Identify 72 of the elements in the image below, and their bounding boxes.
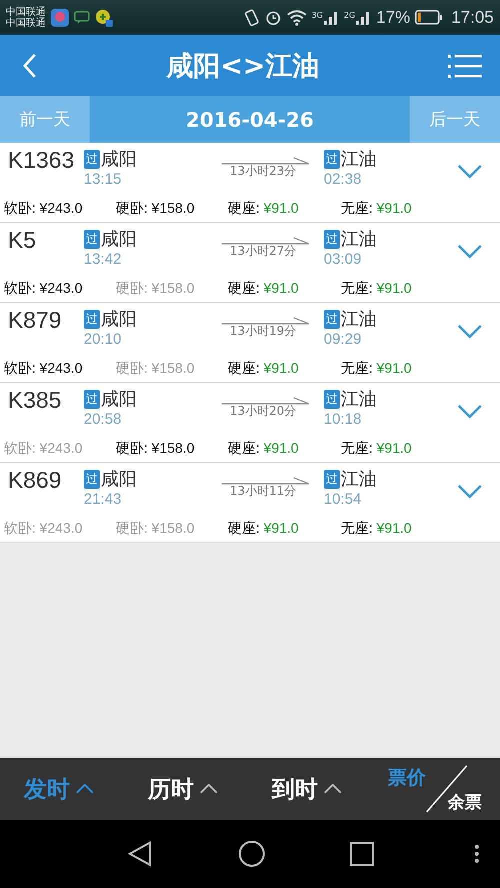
- passing-badge: 过: [84, 470, 100, 488]
- date-label: 2016-04-26: [185, 108, 315, 132]
- network-type: 2G: [344, 10, 356, 20]
- sort-tab[interactable]: 余票: [448, 791, 482, 814]
- station-name: 咸阳: [101, 388, 137, 411]
- sort-tab[interactable]: 发时: [24, 774, 148, 804]
- carrier-name: 中国联通: [6, 18, 46, 28]
- train-number: K385: [7, 387, 63, 414]
- duration: 13小时11分: [230, 483, 297, 500]
- station-name: 江油: [341, 148, 377, 171]
- fare-price: 软卧: ¥243.0: [4, 520, 84, 538]
- fare-price: 硬卧: ¥158.0: [116, 440, 196, 458]
- departure-time: 13:42: [84, 251, 123, 268]
- battery-percent: 17%: [376, 8, 410, 28]
- fare-price: 无座: ¥91.0: [341, 200, 413, 218]
- passing-badge: 过: [84, 230, 100, 248]
- sort-tab[interactable]: 票价: [388, 765, 426, 791]
- network-type: 3G: [312, 10, 324, 20]
- fare-price: 无座: ¥91.0: [341, 440, 413, 458]
- passing-badge: 过: [84, 390, 100, 408]
- fare-price: 硬卧: ¥158.0: [116, 280, 196, 298]
- duration: 13小时20分: [230, 403, 297, 420]
- fare-price: 硬卧: ¥158.0: [116, 200, 196, 218]
- page-title: 咸阳<>江油: [166, 50, 320, 84]
- arrival-time: 09:29: [324, 331, 363, 348]
- passing-badge: 过: [324, 230, 340, 248]
- train-number: K879: [7, 307, 63, 334]
- train-number: K1363: [7, 147, 76, 174]
- station-name: 江油: [341, 388, 377, 411]
- arrival-time: 02:38: [324, 171, 363, 188]
- fare-price: 软卧: ¥243.0: [4, 360, 84, 378]
- duration: 13小时19分: [230, 323, 297, 340]
- fare-price: 软卧: ¥243.0: [4, 440, 84, 458]
- passing-badge: 过: [324, 390, 340, 408]
- fare-price: 无座: ¥91.0: [341, 360, 413, 378]
- fare-price: 无座: ¥91.0: [341, 280, 413, 298]
- fare-price: 软卧: ¥243.0: [4, 200, 84, 218]
- station-name: 咸阳: [101, 228, 137, 251]
- train-number: K869: [7, 467, 63, 494]
- fare-price: 无座: ¥91.0: [341, 520, 413, 538]
- fare-price: 硬卧: ¥158.0: [116, 520, 196, 538]
- fare-price: 硬座: ¥91.0: [228, 280, 300, 298]
- duration: 13小时27分: [230, 243, 297, 260]
- station-name: 江油: [341, 308, 377, 331]
- station-name: 江油: [341, 228, 377, 251]
- departure-time: 20:58: [84, 411, 123, 428]
- passing-badge: 过: [324, 470, 340, 488]
- departure-time: 13:15: [84, 171, 123, 188]
- departure-time: 20:10: [84, 331, 123, 348]
- arrival-time: 03:09: [324, 251, 363, 268]
- fare-price: 硬座: ¥91.0: [228, 200, 300, 218]
- departure-time: 21:43: [84, 491, 123, 508]
- sort-tab[interactable]: 历时: [148, 774, 272, 804]
- fare-price: 硬座: ¥91.0: [228, 440, 300, 458]
- passing-badge: 过: [324, 310, 340, 328]
- clock-time: 17:05: [451, 8, 494, 28]
- passing-badge: 过: [84, 310, 100, 328]
- duration: 13小时23分: [230, 163, 297, 180]
- fare-price: 硬座: ¥91.0: [228, 360, 300, 378]
- carrier-name: 中国联通: [6, 6, 46, 18]
- station-name: 咸阳: [101, 308, 137, 331]
- arrival-time: 10:18: [324, 411, 363, 428]
- fare-price: 硬卧: ¥158.0: [116, 360, 196, 378]
- passing-badge: 过: [324, 150, 340, 168]
- fare-price: 硬座: ¥91.0: [228, 520, 300, 538]
- train-number: K5: [7, 227, 38, 254]
- station-name: 咸阳: [101, 468, 137, 491]
- station-name: 咸阳: [101, 148, 137, 171]
- arrival-time: 10:54: [324, 491, 363, 508]
- fare-price: 软卧: ¥243.0: [4, 280, 84, 298]
- station-name: 江油: [341, 468, 377, 491]
- passing-badge: 过: [84, 150, 100, 168]
